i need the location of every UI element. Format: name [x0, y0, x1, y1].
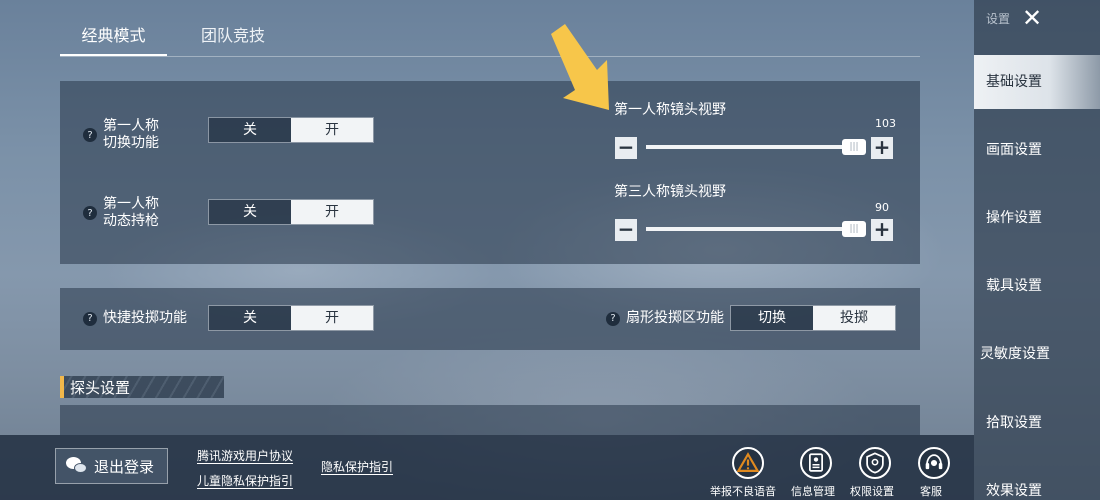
third-person-fov-value: 90 — [875, 201, 889, 214]
settings-title: 设置 — [986, 12, 1011, 26]
first-person-fov-track[interactable] — [646, 145, 862, 149]
first-person-dynamic-gun-label: ? 第一人称 动态持枪 — [83, 196, 159, 230]
first-person-fov-increase-button[interactable]: + — [871, 137, 893, 159]
third-person-fov-title: 第三人称镜头视野 — [614, 184, 726, 200]
third-person-fov-increase-button[interactable]: + — [871, 219, 893, 241]
dynamic-gun-off-button[interactable]: 关 — [209, 200, 291, 224]
first-person-switch-toggle: 关 开 — [208, 117, 374, 143]
warning-icon[interactable] — [732, 447, 764, 479]
close-icon[interactable]: ✕ — [1022, 5, 1042, 31]
help-icon[interactable]: ? — [83, 206, 97, 220]
child-privacy-link[interactable]: 儿童隐私保护指引 — [197, 472, 293, 489]
help-icon[interactable]: ? — [83, 311, 97, 326]
first-person-fov-title: 第一人称镜头视野 — [614, 102, 726, 118]
headset-icon[interactable] — [918, 447, 950, 479]
fan-throw-switch-button[interactable]: 切换 — [731, 306, 813, 330]
location-shield-icon[interactable] — [859, 447, 891, 479]
report-voice-label: 举报不良语音 — [710, 485, 776, 498]
first-person-switch-on-button[interactable]: 开 — [291, 118, 373, 142]
first-person-switch-off-button[interactable]: 关 — [209, 118, 291, 142]
sidebar-item-basic[interactable]: 基础设置 — [974, 55, 1100, 109]
first-person-dynamic-gun-toggle: 关 开 — [208, 199, 374, 225]
tab-team-deathmatch[interactable]: 团队竞技 — [185, 22, 281, 56]
section-title: 探头设置 — [70, 379, 131, 397]
third-person-fov-decrease-button[interactable]: − — [615, 219, 637, 241]
first-person-fov-slider-handle[interactable]: ||| — [842, 139, 866, 155]
help-icon[interactable]: ? — [606, 311, 620, 326]
first-person-settings-panel — [60, 81, 920, 264]
first-person-switch-label: ? 第一人称 切换功能 — [83, 118, 159, 152]
sidebar-item-graphics[interactable]: 画面设置 — [974, 123, 1100, 177]
wechat-icon — [66, 457, 88, 475]
fan-throw-zone-label: ? 扇形投掷区功能 — [606, 310, 724, 327]
peek-settings-panel — [60, 405, 920, 435]
fan-throw-throw-button[interactable]: 投掷 — [813, 306, 895, 330]
info-management-label: 信息管理 — [791, 485, 835, 498]
help-icon[interactable]: ? — [83, 128, 97, 142]
quick-throw-label: ? 快捷投掷功能 — [83, 310, 187, 327]
document-icon[interactable] — [800, 447, 832, 479]
privacy-guide-link[interactable]: 隐私保护指引 — [321, 458, 393, 475]
sidebar-item-vehicle[interactable]: 载具设置 — [974, 259, 1100, 313]
quick-throw-toggle: 关 开 — [208, 305, 374, 331]
sidebar-item-effects[interactable]: 效果设置 — [974, 464, 1100, 500]
fan-throw-zone-toggle: 切换 投掷 — [730, 305, 896, 331]
logout-button[interactable]: 退出登录 — [55, 448, 168, 484]
first-person-fov-decrease-button[interactable]: − — [615, 137, 637, 159]
tab-classic-mode[interactable]: 经典模式 — [60, 22, 167, 56]
sidebar-item-controls[interactable]: 操作设置 — [974, 191, 1100, 245]
quick-throw-off-button[interactable]: 关 — [209, 306, 291, 330]
user-agreement-link[interactable]: 腾讯游戏用户协议 — [197, 447, 293, 464]
tabs-divider — [60, 56, 920, 57]
down-arrow-icon — [551, 24, 609, 110]
dynamic-gun-on-button[interactable]: 开 — [291, 200, 373, 224]
third-person-fov-slider-handle[interactable]: ||| — [842, 221, 866, 237]
first-person-fov-value: 103 — [875, 117, 896, 130]
peek-settings-header: 探头设置 — [60, 376, 225, 398]
permission-settings-label: 权限设置 — [850, 485, 894, 498]
quick-throw-on-button[interactable]: 开 — [291, 306, 373, 330]
customer-service-label: 客服 — [920, 485, 942, 498]
logout-label: 退出登录 — [94, 457, 155, 476]
sidebar-item-pickup[interactable]: 拾取设置 — [974, 396, 1100, 450]
third-person-fov-track[interactable] — [646, 227, 862, 231]
sidebar-item-sensitivity[interactable]: 灵敏度设置 — [974, 327, 1100, 381]
